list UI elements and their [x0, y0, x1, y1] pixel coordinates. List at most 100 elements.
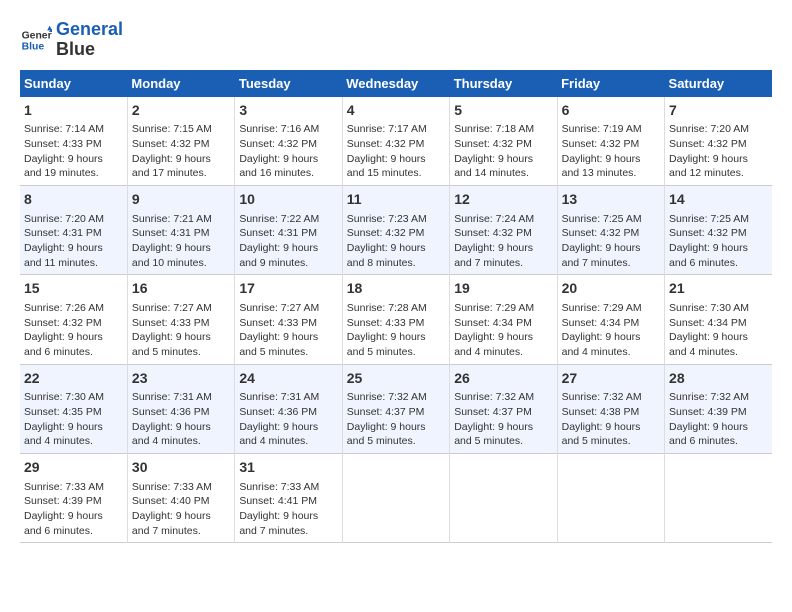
cell-info: Sunrise: 7:31 AM Sunset: 4:36 PM Dayligh… — [239, 390, 337, 449]
day-number: 7 — [669, 101, 768, 121]
page-header: General Blue GeneralBlue — [20, 20, 772, 60]
day-number: 21 — [669, 279, 768, 299]
calendar-cell: 6Sunrise: 7:19 AM Sunset: 4:32 PM Daylig… — [557, 97, 664, 186]
cell-info: Sunrise: 7:23 AM Sunset: 4:32 PM Dayligh… — [347, 212, 445, 271]
cell-info: Sunrise: 7:25 AM Sunset: 4:32 PM Dayligh… — [562, 212, 660, 271]
col-header-saturday: Saturday — [665, 70, 772, 97]
cell-info: Sunrise: 7:21 AM Sunset: 4:31 PM Dayligh… — [132, 212, 230, 271]
day-number: 27 — [562, 369, 660, 389]
calendar-cell: 28Sunrise: 7:32 AM Sunset: 4:39 PM Dayli… — [665, 364, 772, 453]
day-number: 3 — [239, 101, 337, 121]
week-row-4: 22Sunrise: 7:30 AM Sunset: 4:35 PM Dayli… — [20, 364, 772, 453]
col-header-tuesday: Tuesday — [235, 70, 342, 97]
cell-info: Sunrise: 7:25 AM Sunset: 4:32 PM Dayligh… — [669, 212, 768, 271]
calendar-cell: 4Sunrise: 7:17 AM Sunset: 4:32 PM Daylig… — [342, 97, 449, 186]
week-row-2: 8Sunrise: 7:20 AM Sunset: 4:31 PM Daylig… — [20, 185, 772, 274]
day-number: 19 — [454, 279, 552, 299]
cell-info: Sunrise: 7:29 AM Sunset: 4:34 PM Dayligh… — [454, 301, 552, 360]
cell-info: Sunrise: 7:29 AM Sunset: 4:34 PM Dayligh… — [562, 301, 660, 360]
day-number: 13 — [562, 190, 660, 210]
day-number: 2 — [132, 101, 230, 121]
cell-info: Sunrise: 7:19 AM Sunset: 4:32 PM Dayligh… — [562, 122, 660, 181]
calendar-cell: 27Sunrise: 7:32 AM Sunset: 4:38 PM Dayli… — [557, 364, 664, 453]
calendar-cell: 13Sunrise: 7:25 AM Sunset: 4:32 PM Dayli… — [557, 185, 664, 274]
cell-info: Sunrise: 7:32 AM Sunset: 4:39 PM Dayligh… — [669, 390, 768, 449]
cell-info: Sunrise: 7:32 AM Sunset: 4:37 PM Dayligh… — [347, 390, 445, 449]
day-number: 10 — [239, 190, 337, 210]
day-number: 22 — [24, 369, 123, 389]
calendar-cell: 14Sunrise: 7:25 AM Sunset: 4:32 PM Dayli… — [665, 185, 772, 274]
svg-text:General: General — [22, 30, 52, 41]
day-number: 5 — [454, 101, 552, 121]
day-number: 15 — [24, 279, 123, 299]
calendar-cell: 19Sunrise: 7:29 AM Sunset: 4:34 PM Dayli… — [450, 275, 557, 364]
calendar-cell: 25Sunrise: 7:32 AM Sunset: 4:37 PM Dayli… — [342, 364, 449, 453]
cell-info: Sunrise: 7:27 AM Sunset: 4:33 PM Dayligh… — [239, 301, 337, 360]
calendar-cell: 9Sunrise: 7:21 AM Sunset: 4:31 PM Daylig… — [127, 185, 234, 274]
cell-info: Sunrise: 7:32 AM Sunset: 4:37 PM Dayligh… — [454, 390, 552, 449]
day-number: 6 — [562, 101, 660, 121]
calendar-header-row: SundayMondayTuesdayWednesdayThursdayFrid… — [20, 70, 772, 97]
calendar-cell: 16Sunrise: 7:27 AM Sunset: 4:33 PM Dayli… — [127, 275, 234, 364]
calendar-cell: 23Sunrise: 7:31 AM Sunset: 4:36 PM Dayli… — [127, 364, 234, 453]
calendar-cell: 7Sunrise: 7:20 AM Sunset: 4:32 PM Daylig… — [665, 97, 772, 186]
calendar-cell: 24Sunrise: 7:31 AM Sunset: 4:36 PM Dayli… — [235, 364, 342, 453]
day-number: 1 — [24, 101, 123, 121]
calendar-cell: 22Sunrise: 7:30 AM Sunset: 4:35 PM Dayli… — [20, 364, 127, 453]
cell-info: Sunrise: 7:20 AM Sunset: 4:32 PM Dayligh… — [669, 122, 768, 181]
week-row-5: 29Sunrise: 7:33 AM Sunset: 4:39 PM Dayli… — [20, 453, 772, 542]
calendar-cell: 8Sunrise: 7:20 AM Sunset: 4:31 PM Daylig… — [20, 185, 127, 274]
logo: General Blue GeneralBlue — [20, 20, 123, 60]
col-header-sunday: Sunday — [20, 70, 127, 97]
day-number: 24 — [239, 369, 337, 389]
cell-info: Sunrise: 7:30 AM Sunset: 4:35 PM Dayligh… — [24, 390, 123, 449]
week-row-3: 15Sunrise: 7:26 AM Sunset: 4:32 PM Dayli… — [20, 275, 772, 364]
calendar-cell: 20Sunrise: 7:29 AM Sunset: 4:34 PM Dayli… — [557, 275, 664, 364]
calendar-cell: 18Sunrise: 7:28 AM Sunset: 4:33 PM Dayli… — [342, 275, 449, 364]
cell-info: Sunrise: 7:30 AM Sunset: 4:34 PM Dayligh… — [669, 301, 768, 360]
calendar-cell: 11Sunrise: 7:23 AM Sunset: 4:32 PM Dayli… — [342, 185, 449, 274]
cell-info: Sunrise: 7:15 AM Sunset: 4:32 PM Dayligh… — [132, 122, 230, 181]
calendar-cell: 10Sunrise: 7:22 AM Sunset: 4:31 PM Dayli… — [235, 185, 342, 274]
day-number: 20 — [562, 279, 660, 299]
cell-info: Sunrise: 7:20 AM Sunset: 4:31 PM Dayligh… — [24, 212, 123, 271]
cell-info: Sunrise: 7:33 AM Sunset: 4:39 PM Dayligh… — [24, 480, 123, 539]
day-number: 28 — [669, 369, 768, 389]
cell-info: Sunrise: 7:33 AM Sunset: 4:40 PM Dayligh… — [132, 480, 230, 539]
cell-info: Sunrise: 7:33 AM Sunset: 4:41 PM Dayligh… — [239, 480, 337, 539]
cell-info: Sunrise: 7:32 AM Sunset: 4:38 PM Dayligh… — [562, 390, 660, 449]
week-row-1: 1Sunrise: 7:14 AM Sunset: 4:33 PM Daylig… — [20, 97, 772, 186]
day-number: 29 — [24, 458, 123, 478]
calendar-cell — [342, 453, 449, 542]
cell-info: Sunrise: 7:27 AM Sunset: 4:33 PM Dayligh… — [132, 301, 230, 360]
day-number: 18 — [347, 279, 445, 299]
calendar-cell: 3Sunrise: 7:16 AM Sunset: 4:32 PM Daylig… — [235, 97, 342, 186]
day-number: 11 — [347, 190, 445, 210]
col-header-monday: Monday — [127, 70, 234, 97]
calendar-cell: 31Sunrise: 7:33 AM Sunset: 4:41 PM Dayli… — [235, 453, 342, 542]
calendar-body: 1Sunrise: 7:14 AM Sunset: 4:33 PM Daylig… — [20, 97, 772, 543]
calendar-cell — [450, 453, 557, 542]
cell-info: Sunrise: 7:24 AM Sunset: 4:32 PM Dayligh… — [454, 212, 552, 271]
calendar-cell: 5Sunrise: 7:18 AM Sunset: 4:32 PM Daylig… — [450, 97, 557, 186]
calendar-cell: 29Sunrise: 7:33 AM Sunset: 4:39 PM Dayli… — [20, 453, 127, 542]
cell-info: Sunrise: 7:18 AM Sunset: 4:32 PM Dayligh… — [454, 122, 552, 181]
cell-info: Sunrise: 7:14 AM Sunset: 4:33 PM Dayligh… — [24, 122, 123, 181]
calendar-cell: 15Sunrise: 7:26 AM Sunset: 4:32 PM Dayli… — [20, 275, 127, 364]
col-header-wednesday: Wednesday — [342, 70, 449, 97]
cell-info: Sunrise: 7:17 AM Sunset: 4:32 PM Dayligh… — [347, 122, 445, 181]
day-number: 23 — [132, 369, 230, 389]
day-number: 17 — [239, 279, 337, 299]
col-header-friday: Friday — [557, 70, 664, 97]
day-number: 12 — [454, 190, 552, 210]
day-number: 25 — [347, 369, 445, 389]
day-number: 9 — [132, 190, 230, 210]
cell-info: Sunrise: 7:28 AM Sunset: 4:33 PM Dayligh… — [347, 301, 445, 360]
calendar-cell: 30Sunrise: 7:33 AM Sunset: 4:40 PM Dayli… — [127, 453, 234, 542]
day-number: 4 — [347, 101, 445, 121]
calendar-cell: 2Sunrise: 7:15 AM Sunset: 4:32 PM Daylig… — [127, 97, 234, 186]
cell-info: Sunrise: 7:31 AM Sunset: 4:36 PM Dayligh… — [132, 390, 230, 449]
day-number: 31 — [239, 458, 337, 478]
day-number: 26 — [454, 369, 552, 389]
calendar-cell: 26Sunrise: 7:32 AM Sunset: 4:37 PM Dayli… — [450, 364, 557, 453]
